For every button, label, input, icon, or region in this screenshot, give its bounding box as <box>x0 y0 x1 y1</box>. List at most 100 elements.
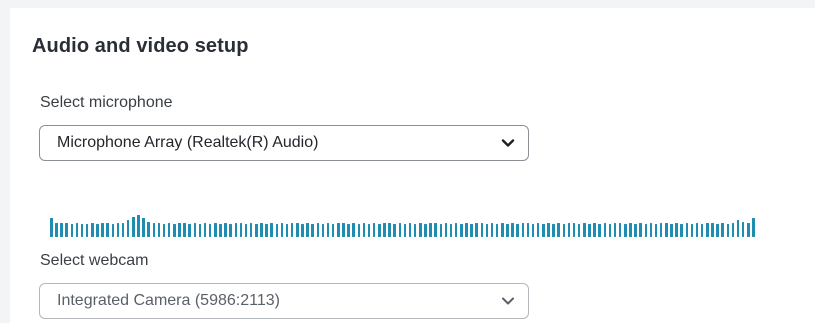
level-meter-bar <box>577 224 581 237</box>
level-meter-bar <box>485 224 489 237</box>
level-meter-bar <box>665 223 668 237</box>
chevron-down-icon <box>502 297 514 305</box>
level-meter-bar <box>516 224 519 237</box>
level-meter-bar <box>460 224 463 237</box>
level-meter-bar <box>388 223 391 237</box>
level-meter-bar <box>203 223 207 237</box>
level-meter-bar <box>716 224 719 237</box>
level-meter-bar <box>111 224 115 237</box>
level-meter-bar <box>465 223 468 237</box>
level-meter-bar <box>413 224 417 237</box>
level-meter-bar <box>659 223 663 237</box>
level-meter-bar <box>321 224 325 237</box>
level-meter-bar <box>567 223 571 237</box>
level-meter-bar <box>296 223 299 237</box>
chevron-down-icon <box>501 139 515 147</box>
level-meter-bar <box>362 223 366 237</box>
level-meter-bar <box>721 223 724 237</box>
level-meter-bar <box>654 224 658 237</box>
level-meter-bar <box>598 224 601 237</box>
level-meter-bar <box>157 223 161 237</box>
level-meter-bar <box>557 223 560 237</box>
level-meter-bar <box>265 224 268 237</box>
level-meter-bar <box>629 223 632 237</box>
level-meter-bar <box>680 224 683 237</box>
level-meter-bar <box>480 223 484 237</box>
level-meter-bar <box>511 223 514 237</box>
level-meter-bar <box>162 224 166 237</box>
level-meter-bar <box>275 224 279 237</box>
level-meter-bar <box>80 224 84 237</box>
level-meter-bar <box>173 224 176 237</box>
level-meter-bar <box>239 223 243 237</box>
microphone-label: Select microphone <box>40 94 173 111</box>
level-meter-bar <box>685 223 689 237</box>
level-meter-bar <box>531 224 535 237</box>
level-meter-bar <box>752 218 755 237</box>
level-meter-bar <box>700 224 704 237</box>
level-meter-bar <box>613 223 617 237</box>
level-meter-bar <box>337 223 340 237</box>
level-meter-bar <box>60 223 63 237</box>
webcam-label: Select webcam <box>40 252 149 269</box>
level-meter-bar <box>132 217 135 237</box>
level-meter-bar <box>249 223 253 237</box>
level-meter-bar <box>55 223 58 237</box>
level-meter-bar <box>618 223 622 237</box>
level-meter-bar <box>593 223 596 237</box>
section-title: Audio and video setup <box>32 35 249 57</box>
level-meter-bar <box>403 224 407 237</box>
level-meter-bar <box>301 224 304 237</box>
level-meter-bar <box>639 223 642 237</box>
level-meter-bar <box>393 224 396 237</box>
level-meter-bar <box>736 220 740 237</box>
level-meter-bar <box>198 224 202 237</box>
level-meter-bar <box>116 223 120 237</box>
level-meter-bar <box>178 223 181 237</box>
microphone-selected-value: Microphone Array (Realtek(R) Audio) <box>57 134 319 151</box>
level-meter-bar <box>603 223 607 237</box>
level-meter-bar <box>608 224 612 237</box>
level-meter-bar <box>644 224 648 237</box>
level-meter-bar <box>290 223 294 237</box>
level-meter-bar <box>65 223 68 237</box>
level-meter-bar <box>741 222 745 237</box>
level-meter-bar <box>96 224 99 237</box>
level-meter-bar <box>583 223 586 237</box>
level-meter-bar <box>372 223 376 237</box>
level-meter-bar <box>506 224 509 237</box>
level-meter-bar <box>147 222 150 237</box>
level-meter-bar <box>342 223 345 237</box>
level-meter-bar <box>731 223 735 237</box>
level-meter-bar <box>536 223 540 237</box>
level-meter-bar <box>572 223 576 237</box>
webcam-select[interactable]: Integrated Camera (5986:2113) <box>39 283 529 319</box>
level-meter-bar <box>188 224 191 237</box>
microphone-select[interactable]: Microphone Array (Realtek(R) Audio) <box>39 125 529 161</box>
level-meter-bar <box>542 224 545 237</box>
level-meter-bar <box>695 223 699 237</box>
level-meter-bar <box>747 223 750 237</box>
microphone-level-meter <box>50 213 755 237</box>
level-meter-bar <box>167 223 171 237</box>
level-meter-bar <box>126 220 130 237</box>
level-meter-bar <box>219 224 222 237</box>
level-meter-bar <box>270 223 273 237</box>
level-meter-bar <box>85 224 89 237</box>
level-meter-bar <box>347 224 350 237</box>
level-meter-bar <box>383 223 386 237</box>
level-meter-bar <box>475 223 478 237</box>
level-meter-bar <box>495 224 499 237</box>
level-meter-bar <box>234 223 238 237</box>
level-meter-bar <box>285 224 289 237</box>
level-meter-bar <box>419 223 422 237</box>
level-meter-bar <box>326 223 330 237</box>
level-meter-bar <box>224 223 227 237</box>
level-meter-bar <box>726 224 730 237</box>
audio-video-setup-panel: Audio and video setup Select microphone … <box>10 8 815 323</box>
level-meter-bar <box>142 218 145 237</box>
level-meter-bar <box>711 223 714 237</box>
level-meter-bar <box>106 223 109 237</box>
level-meter-bar <box>424 224 427 237</box>
level-meter-bar <box>444 223 448 237</box>
